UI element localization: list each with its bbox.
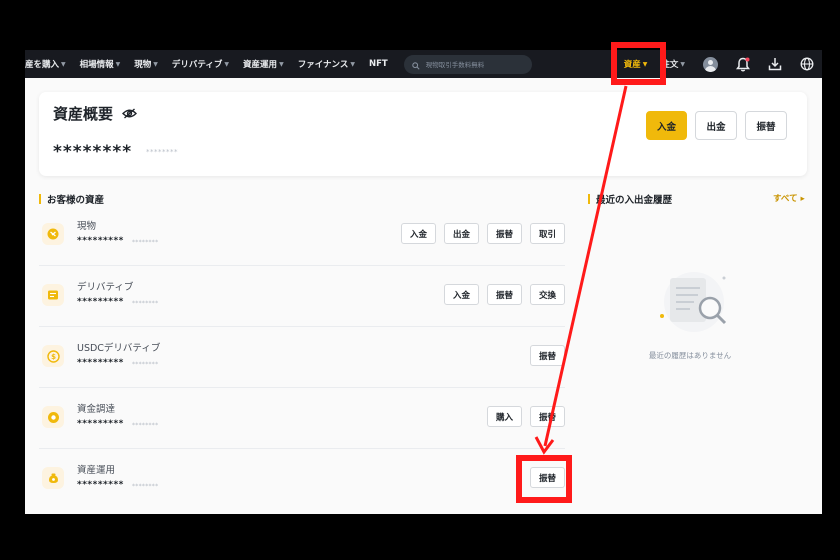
account-balance: ********* xyxy=(77,480,124,490)
account-balance: ********* xyxy=(77,297,124,307)
your-assets-heading: お客様の資産 xyxy=(39,192,104,206)
account-name: デリバティブ xyxy=(77,282,134,293)
avatar-icon[interactable] xyxy=(703,56,718,72)
empty-history-text: 最近の履歴はありません xyxy=(648,351,732,360)
spot-trade-button[interactable]: 取引 xyxy=(529,223,565,244)
download-icon[interactable] xyxy=(768,57,782,71)
spot-withdraw-button[interactable]: 出金 xyxy=(443,223,479,244)
nav-nft[interactable]: NFT xyxy=(369,59,388,69)
account-row-spot: 現物 ********* ******** 入金 出金 振替 取引 xyxy=(39,205,565,266)
account-balance-fiat: ******** xyxy=(132,422,159,429)
derivatives-convert-button[interactable]: 交換 xyxy=(529,284,565,305)
nav-markets[interactable]: 相場情報 ▼ xyxy=(80,58,121,70)
see-all-link[interactable]: すべて ▸ xyxy=(773,192,805,204)
highlight-earn-transfer xyxy=(516,455,572,503)
account-row-earn: 資産運用 ********* ******** 振替 xyxy=(39,449,565,510)
account-balance-fiat: ******** xyxy=(132,483,159,490)
transfer-button[interactable]: 振替 xyxy=(745,111,787,140)
search-input[interactable]: 現物取引手数料無料 xyxy=(403,54,532,74)
account-name: 資金調達 xyxy=(77,404,116,415)
nav-spot[interactable]: 現物 ▼ xyxy=(134,58,158,70)
recent-history-heading: 最近の入出金履歴 xyxy=(588,192,672,206)
account-row-derivatives: デリバティブ ********* ******** 入金 振替 交換 xyxy=(39,266,565,327)
spot-icon xyxy=(42,223,64,245)
usdc-icon: $ xyxy=(42,345,64,367)
account-row-usdc-derivatives: $ USDCデリバティブ ********* ******** 振替 xyxy=(39,327,565,388)
overview-title: 資産概要 xyxy=(53,103,138,124)
account-name: USDCデリバティブ xyxy=(77,343,161,354)
earn-icon xyxy=(42,467,64,489)
withdraw-button[interactable]: 出金 xyxy=(695,111,737,140)
account-balance: ********* xyxy=(77,236,124,246)
search-placeholder: 現物取引手数料無料 xyxy=(425,61,485,69)
nav-finance[interactable]: ファイナンス ▼ xyxy=(298,58,355,70)
account-balance: ********* xyxy=(77,419,124,429)
funding-transfer-button[interactable]: 振替 xyxy=(529,406,565,427)
total-balance-fiat: ******** xyxy=(146,148,178,156)
nav-buy-crypto[interactable]: 産を購入 ▼ xyxy=(25,58,66,70)
eye-off-icon[interactable] xyxy=(122,108,138,119)
derivatives-icon xyxy=(42,284,64,306)
total-balance: ******** xyxy=(53,142,133,162)
nav-derivatives[interactable]: デリバティブ ▼ xyxy=(172,58,229,70)
asset-overview-card: 資産概要 ******** ******** 入金 出金 振替 xyxy=(39,92,807,176)
bell-icon[interactable] xyxy=(736,57,750,72)
empty-history-icon xyxy=(650,266,732,336)
account-balance: ********* xyxy=(77,358,124,368)
account-balance-fiat: ******** xyxy=(132,300,159,307)
derivatives-transfer-button[interactable]: 振替 xyxy=(486,284,522,305)
spot-deposit-button[interactable]: 入金 xyxy=(400,223,436,244)
top-navbar: 産を購入 ▼ 相場情報 ▼ 現物 ▼ デリバティブ ▼ 資産運用 ▼ ファイナンス ▼ NF… xyxy=(25,50,822,78)
usdc-transfer-button[interactable]: 振替 xyxy=(529,345,565,366)
funding-icon xyxy=(42,406,64,428)
account-balance-fiat: ******** xyxy=(132,361,159,368)
funding-buy-button[interactable]: 購入 xyxy=(486,406,522,427)
account-row-funding: 資金調達 ********* ******** 購入 振替 xyxy=(39,388,565,449)
account-balance-fiat: ******** xyxy=(132,239,159,246)
svg-text:$: $ xyxy=(51,353,56,361)
spot-transfer-button[interactable]: 振替 xyxy=(486,223,522,244)
app-frame: 産を購入 ▼ 相場情報 ▼ 現物 ▼ デリバティブ ▼ 資産運用 ▼ ファイナンス ▼ NF… xyxy=(25,50,822,514)
account-name: 現物 xyxy=(77,221,97,232)
nav-earn[interactable]: 資産運用 ▼ xyxy=(243,58,284,70)
deposit-button[interactable]: 入金 xyxy=(646,111,687,140)
highlight-assets-menu xyxy=(611,42,666,85)
derivatives-deposit-button[interactable]: 入金 xyxy=(443,284,479,305)
search-icon xyxy=(411,55,420,74)
globe-icon[interactable] xyxy=(800,57,814,71)
account-name: 資産運用 xyxy=(77,465,116,476)
